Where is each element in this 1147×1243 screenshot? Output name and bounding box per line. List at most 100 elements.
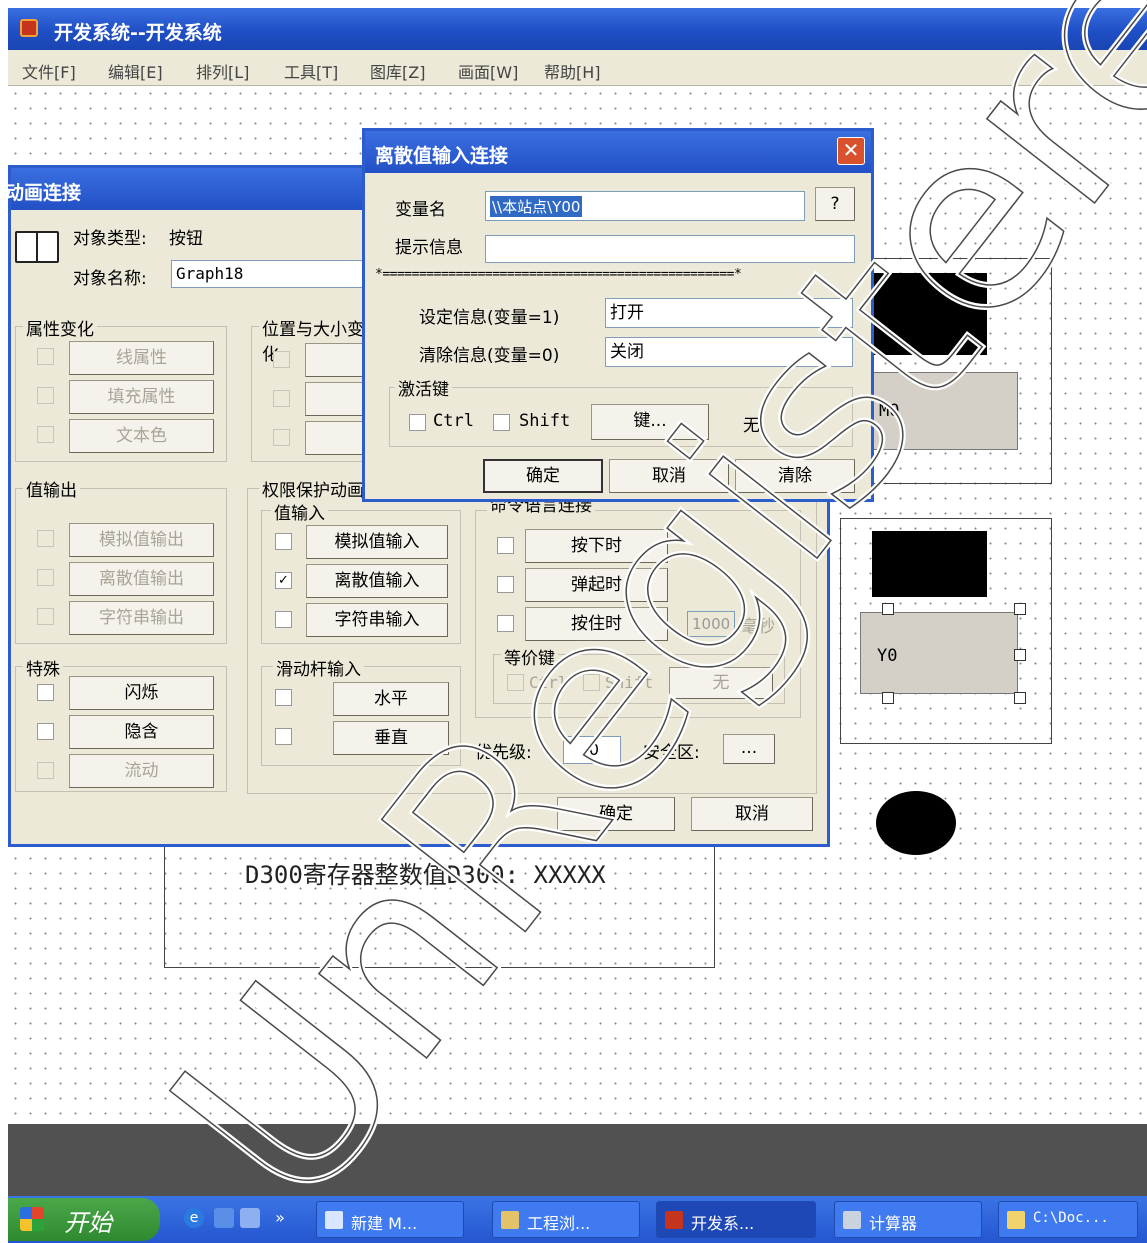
object-type-label: 对象类型: xyxy=(73,229,147,249)
hide-button[interactable]: 隐含 xyxy=(69,715,214,749)
on-press-button[interactable]: 按下时 xyxy=(525,529,668,563)
menu-tools[interactable]: 工具[T] xyxy=(284,59,338,83)
release-checkbox[interactable] xyxy=(497,576,514,593)
set-info-label: 设定信息(变量=1) xyxy=(419,308,560,328)
app-icon xyxy=(20,19,38,37)
analog-input-button[interactable]: 模拟值输入 xyxy=(306,525,448,559)
indicator-m0[interactable] xyxy=(872,273,987,355)
calculator-icon xyxy=(843,1211,861,1229)
hold-interval-field[interactable]: 1000 xyxy=(687,611,735,637)
app-title-bar[interactable]: 开发系统--开发系统 xyxy=(8,8,1147,50)
task-dev-system[interactable]: 开发系... xyxy=(656,1201,816,1238)
resize-handle-r[interactable] xyxy=(1014,649,1026,661)
line-attr-checkbox[interactable] xyxy=(37,348,54,365)
ctrl-checkbox[interactable] xyxy=(409,414,426,431)
document-icon xyxy=(325,1211,343,1229)
text-color-button[interactable]: 文本色 xyxy=(69,419,214,453)
flow-button[interactable]: 流动 xyxy=(69,754,214,788)
discrete-input-checkbox[interactable]: ✓ xyxy=(275,572,292,589)
resize-handle-bl[interactable] xyxy=(882,692,894,704)
hide-checkbox[interactable] xyxy=(37,723,54,740)
chevron-right-icon[interactable]: » xyxy=(270,1208,290,1228)
pos-checkbox-1[interactable] xyxy=(273,351,290,368)
canvas-button-y0[interactable]: Y0 xyxy=(860,612,1018,694)
var-help-button[interactable]: ? xyxy=(815,187,855,221)
discrete-input-dialog: 离散值输入连接 ✕ 变量名 \\本站点\Y00 ? 提示信息 *========… xyxy=(362,128,874,502)
canvas-button-m0[interactable]: M0 xyxy=(860,372,1018,450)
line-attr-button[interactable]: 线属性 xyxy=(69,341,214,375)
hint-label: 提示信息 xyxy=(395,238,463,258)
string-input-checkbox[interactable] xyxy=(275,611,292,628)
shift-checkbox[interactable] xyxy=(493,414,510,431)
flow-checkbox[interactable] xyxy=(37,762,54,779)
equiv-shift-checkbox[interactable] xyxy=(583,674,600,691)
discrete-dialog-title-bar[interactable]: 离散值输入连接 ✕ xyxy=(365,131,871,173)
start-label: 开始 xyxy=(64,1209,112,1237)
equiv-ctrl-checkbox[interactable] xyxy=(507,674,524,691)
quicklaunch-icon[interactable] xyxy=(214,1208,234,1228)
indicator-y0[interactable] xyxy=(872,531,987,597)
discrete-ok-button[interactable]: 确定 xyxy=(483,459,603,493)
clear-info-field[interactable]: 关闭 xyxy=(605,337,853,367)
press-checkbox[interactable] xyxy=(497,537,514,554)
on-release-button[interactable]: 弹起时 xyxy=(525,568,668,602)
key-select-button[interactable]: 键... xyxy=(591,404,709,440)
equiv-ctrl-label: Ctrl xyxy=(529,673,568,692)
task-project-browser[interactable]: 工程浏... xyxy=(492,1201,640,1238)
equiv-key-button[interactable]: 无 xyxy=(669,667,773,699)
string-output-checkbox[interactable] xyxy=(37,608,54,625)
quicklaunch-icon-2[interactable] xyxy=(240,1208,260,1228)
analog-output-checkbox[interactable] xyxy=(37,530,54,547)
permission-group-label: 权限保护动画连接 xyxy=(259,476,371,501)
task-new[interactable]: 新建 M... xyxy=(316,1201,464,1238)
pos-checkbox-3[interactable] xyxy=(273,429,290,446)
ie-icon[interactable]: e xyxy=(184,1208,204,1228)
start-button[interactable]: 开始 xyxy=(8,1198,160,1241)
priority-field[interactable]: 0 xyxy=(563,736,621,764)
fill-attr-checkbox[interactable] xyxy=(37,387,54,404)
menu-arrange[interactable]: 排列[L] xyxy=(196,59,249,83)
safety-zone-button[interactable]: ... xyxy=(723,734,775,764)
task-calculator[interactable]: 计算器 xyxy=(834,1201,982,1238)
app-icon xyxy=(665,1211,683,1229)
vertical-button[interactable]: 垂直 xyxy=(333,721,449,755)
task-explorer[interactable]: C:\Doc... xyxy=(998,1201,1138,1238)
anim-cancel-button[interactable]: 取消 xyxy=(691,797,813,831)
analog-output-button[interactable]: 模拟值输出 xyxy=(69,523,214,557)
discrete-output-checkbox[interactable] xyxy=(37,569,54,586)
while-holding-button[interactable]: 按住时 xyxy=(525,607,668,641)
string-input-button[interactable]: 字符串输入 xyxy=(306,603,448,637)
value-input-group-label: 值输入 xyxy=(271,499,328,524)
pos-checkbox-2[interactable] xyxy=(273,390,290,407)
object-name-field[interactable]: Graph18 xyxy=(171,260,371,288)
discrete-input-button[interactable]: 离散值输入 xyxy=(306,564,448,598)
discrete-cancel-button[interactable]: 取消 xyxy=(609,459,729,493)
analog-input-checkbox[interactable] xyxy=(275,533,292,550)
discrete-clear-button[interactable]: 清除 xyxy=(735,459,855,493)
horizontal-button[interactable]: 水平 xyxy=(333,682,449,716)
blink-checkbox[interactable] xyxy=(37,684,54,701)
menu-edit[interactable]: 编辑[E] xyxy=(108,59,163,83)
fill-attr-button[interactable]: 填充属性 xyxy=(69,380,214,414)
ellipse-indicator[interactable] xyxy=(876,791,956,855)
menu-help[interactable]: 帮助[H] xyxy=(544,59,601,83)
var-name-field[interactable]: \\本站点\Y00 xyxy=(485,191,805,221)
blink-button[interactable]: 闪烁 xyxy=(69,676,214,710)
command-group-label: 命令语言连接 xyxy=(487,502,595,516)
close-icon[interactable]: ✕ xyxy=(837,137,865,165)
hold-checkbox[interactable] xyxy=(497,615,514,632)
horizontal-checkbox[interactable] xyxy=(275,689,292,706)
discrete-output-button[interactable]: 离散值输出 xyxy=(69,562,214,596)
set-info-field[interactable]: 打开 xyxy=(605,298,853,328)
vertical-checkbox[interactable] xyxy=(275,728,292,745)
menu-screen[interactable]: 画面[W] xyxy=(458,59,518,83)
hint-field[interactable] xyxy=(485,235,855,263)
text-color-checkbox[interactable] xyxy=(37,426,54,443)
resize-handle-br[interactable] xyxy=(1014,692,1026,704)
resize-handle-tr[interactable] xyxy=(1014,603,1026,615)
anim-ok-button[interactable]: 确定 xyxy=(557,797,675,831)
resize-handle-tl[interactable] xyxy=(882,603,894,615)
string-output-button[interactable]: 字符串输出 xyxy=(69,601,214,635)
menu-file[interactable]: 文件[F] xyxy=(22,59,76,83)
menu-library[interactable]: 图库[Z] xyxy=(370,59,425,83)
